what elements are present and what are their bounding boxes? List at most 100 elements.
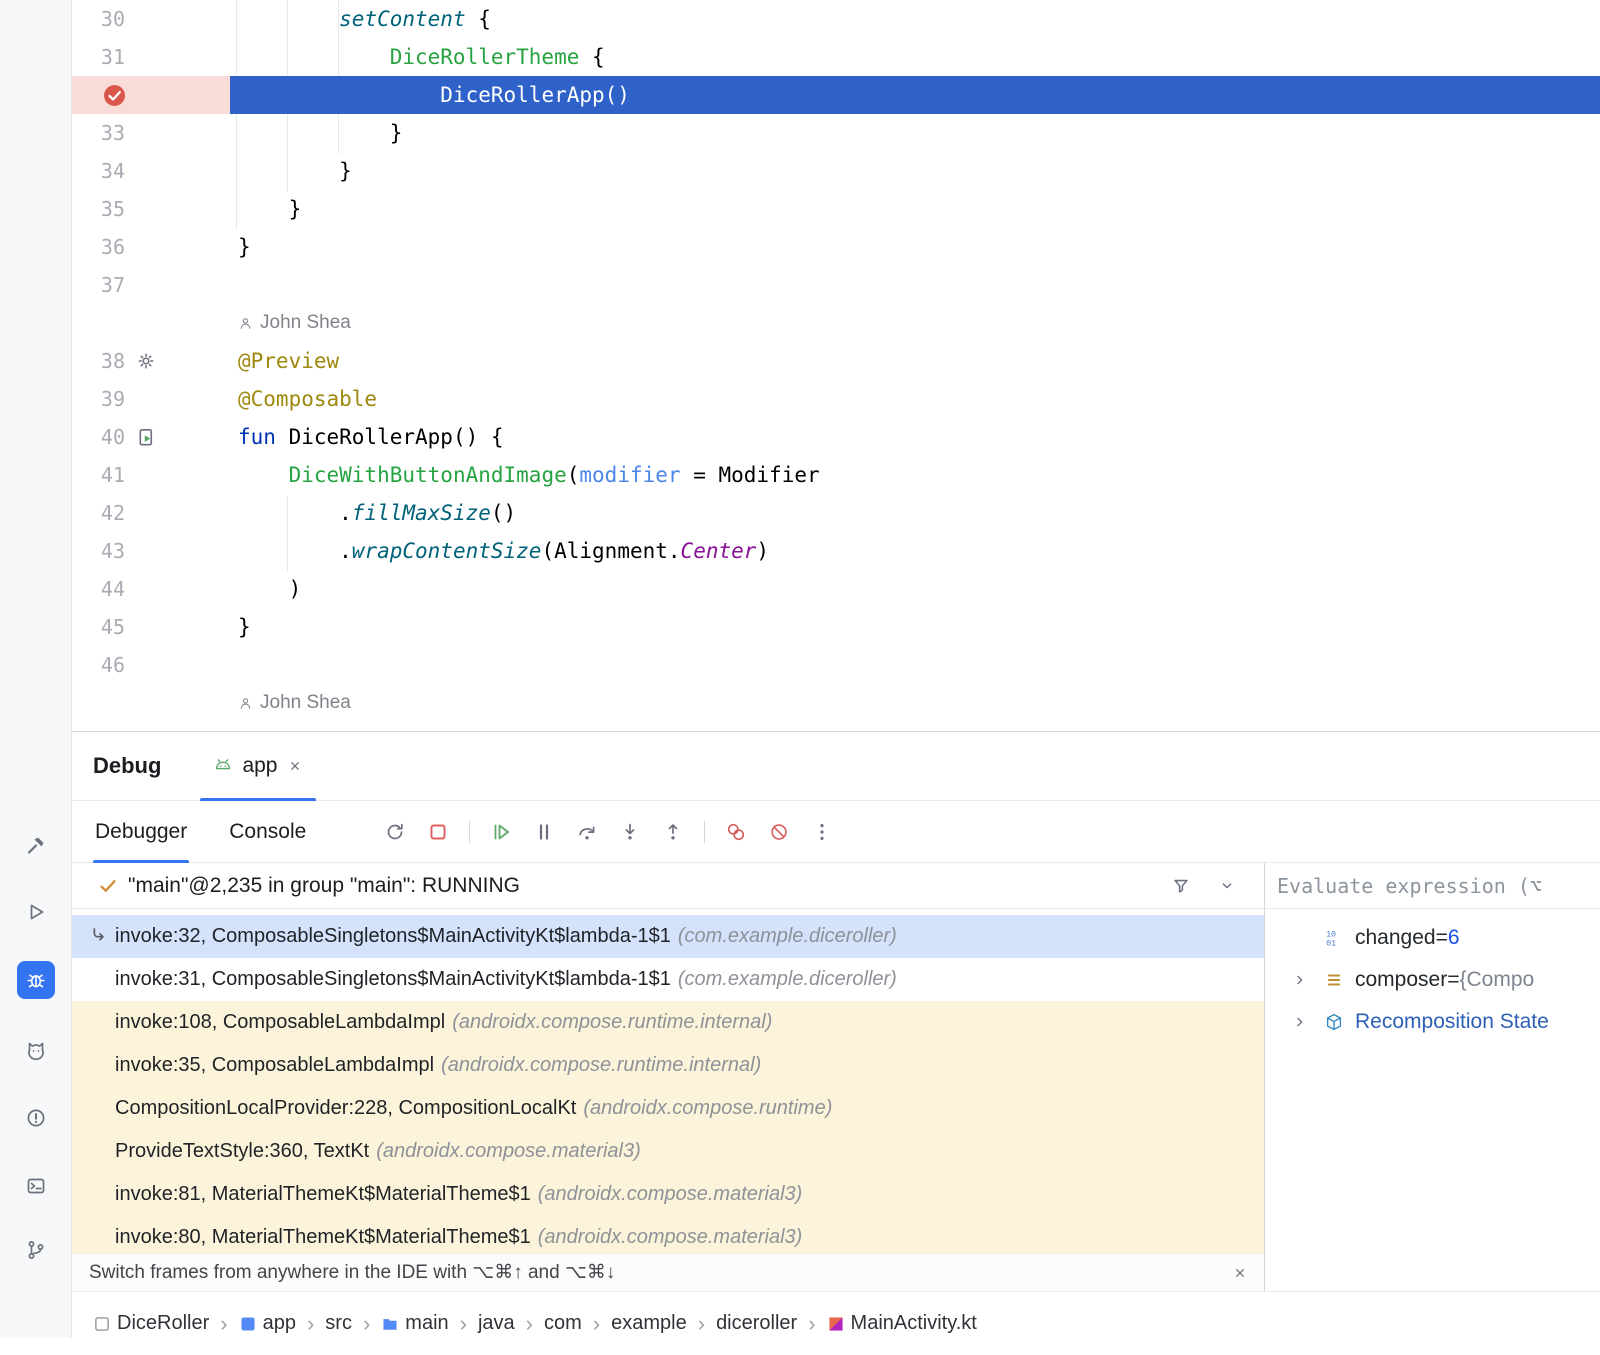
chevron-right-icon[interactable] [1291, 1013, 1311, 1031]
editor-gutter[interactable]: 37 [72, 266, 230, 304]
editor-gutter[interactable]: 38 [72, 342, 230, 380]
stripe-version-control-button[interactable] [17, 1231, 55, 1269]
stripe-run-button[interactable] [17, 893, 55, 931]
stack-frame-row[interactable]: invoke:80, MaterialThemeKt$MaterialTheme… [72, 1216, 1264, 1253]
code-text[interactable]: } [230, 228, 1600, 266]
editor-gutter[interactable]: 35 [72, 190, 230, 228]
chevron-down-icon[interactable] [1212, 871, 1242, 901]
stripe-debug-button[interactable] [17, 961, 55, 999]
code-text[interactable]: DiceRollerApp() [230, 76, 1600, 114]
step-over-button[interactable] [572, 817, 602, 847]
stack-frame-row[interactable]: CompositionLocalProvider:228, Compositio… [72, 1087, 1264, 1130]
variable-row[interactable]: Recomposition State [1265, 1001, 1600, 1043]
code-text[interactable]: } [230, 114, 1600, 152]
breadcrumb-item-com[interactable]: com [544, 1312, 582, 1335]
code-text[interactable]: ) [230, 570, 1600, 608]
gear-icon[interactable] [136, 351, 156, 371]
code-text[interactable]: fun DiceRollerApp() { [230, 418, 1600, 456]
tab-app[interactable]: app [198, 732, 317, 800]
breadcrumb-item-app[interactable]: app [239, 1312, 296, 1335]
breakpoint-icon[interactable] [103, 84, 126, 107]
code-vision-author[interactable]: John Shea [72, 304, 1600, 342]
tab-console[interactable]: Console [227, 801, 308, 862]
editor-gutter[interactable]: 39 [72, 380, 230, 418]
editor-gutter[interactable]: 47 [72, 722, 230, 731]
breadcrumb-item-main[interactable]: main [381, 1312, 448, 1335]
breadcrumb-item-diceroller[interactable]: diceroller [716, 1312, 797, 1335]
close-tab-icon[interactable] [287, 758, 303, 774]
editor-gutter[interactable] [72, 76, 230, 114]
code-text[interactable] [230, 266, 1600, 304]
stack-frame-row[interactable]: invoke:108, ComposableLambdaImpl(android… [72, 1001, 1264, 1044]
stripe-terminal-button[interactable] [17, 1167, 55, 1205]
editor-gutter[interactable]: 43 [72, 532, 230, 570]
evaluate-expression-field[interactable]: Evaluate expression (⌥ [1265, 863, 1600, 909]
code-text[interactable]: DiceWithButtonAndImage(modifier = Modifi… [230, 456, 1600, 494]
view-breakpoints-button[interactable] [721, 817, 751, 847]
editor-gutter[interactable]: 36 [72, 228, 230, 266]
editor-gutter[interactable]: 41 [72, 456, 230, 494]
editor-gutter[interactable]: 31 [72, 38, 230, 76]
editor-gutter[interactable]: 42 [72, 494, 230, 532]
step-into-button[interactable] [615, 817, 645, 847]
preview-run-icon[interactable] [136, 427, 157, 448]
code-text[interactable]: .fillMaxSize() [230, 494, 1600, 532]
code-text[interactable]: .wrapContentSize(Alignment.Center) [230, 532, 1600, 570]
run-icon [25, 901, 47, 923]
pause-button[interactable] [529, 817, 559, 847]
breadcrumb-item-src[interactable]: src [325, 1312, 352, 1335]
chevron-right-icon[interactable] [1291, 971, 1311, 989]
stripe-build-button[interactable] [17, 826, 55, 864]
code-editor[interactable]: 30 setContent {31 DiceRollerTheme { Dice… [72, 0, 1600, 731]
code-line: DiceRollerApp() [72, 76, 1600, 114]
code-vision-author[interactable]: John Shea [72, 684, 1600, 722]
filter-icon[interactable] [1166, 871, 1196, 901]
rerun-button[interactable] [380, 817, 410, 847]
code-text[interactable]: } [230, 152, 1600, 190]
code-text[interactable]: @Preview [230, 722, 1600, 731]
editor-gutter[interactable]: 44 [72, 570, 230, 608]
breadcrumb-label: java [478, 1312, 515, 1335]
code-text[interactable]: } [230, 190, 1600, 228]
stack-frame-row[interactable]: invoke:35, ComposableLambdaImpl(androidx… [72, 1044, 1264, 1087]
breadcrumb-separator: › [698, 1313, 705, 1335]
breadcrumb-item-example[interactable]: example [611, 1312, 687, 1335]
toolbar-separator [704, 821, 705, 843]
debugger-tab-bar: Debugger Console [72, 801, 1600, 863]
code-text[interactable] [230, 646, 1600, 684]
code-text[interactable]: DiceRollerTheme { [230, 38, 1600, 76]
step-out-button[interactable] [658, 817, 688, 847]
resume-button[interactable] [486, 817, 516, 847]
more-button[interactable] [807, 817, 837, 847]
code-text[interactable]: @Preview [230, 342, 1600, 380]
editor-gutter[interactable]: 30 [72, 0, 230, 38]
stack-frame-row[interactable]: ProvideTextStyle:360, TextKt(androidx.co… [72, 1130, 1264, 1173]
breadcrumb-item-mainactivity-kt[interactable]: MainActivity.kt [827, 1312, 977, 1335]
variable-row[interactable]: composer = {Compo [1265, 959, 1600, 1001]
module-icon [239, 1315, 257, 1333]
stack-frame-row[interactable]: invoke:31, ComposableSingletons$MainActi… [72, 958, 1264, 1001]
editor-gutter[interactable]: 34 [72, 152, 230, 190]
editor-gutter[interactable]: 40 [72, 418, 230, 456]
stop-button[interactable] [423, 817, 453, 847]
hint-close-icon[interactable] [1232, 1265, 1248, 1281]
editor-gutter[interactable]: 46 [72, 646, 230, 684]
code-text[interactable]: @Composable [230, 380, 1600, 418]
code-text[interactable]: setContent { [230, 0, 1600, 38]
variables-panel: Evaluate expression (⌥ 1001changed = 6co… [1265, 863, 1600, 1291]
editor-gutter[interactable]: 45 [72, 608, 230, 646]
stripe-logcat-button[interactable] [17, 1031, 55, 1069]
project-icon [93, 1315, 111, 1333]
tab-debugger[interactable]: Debugger [93, 801, 189, 862]
breadcrumb-item-diceroller[interactable]: DiceRoller [93, 1312, 209, 1335]
stack-frame-row[interactable]: invoke:81, MaterialThemeKt$MaterialTheme… [72, 1173, 1264, 1216]
editor-gutter[interactable]: 33 [72, 114, 230, 152]
code-text[interactable]: } [230, 608, 1600, 646]
stack-frame-row[interactable]: invoke:32, ComposableSingletons$MainActi… [72, 915, 1264, 958]
code-line: 33 } [72, 114, 1600, 152]
breadcrumb-item-java[interactable]: java [478, 1312, 515, 1335]
mute-breakpoints-button[interactable] [764, 817, 794, 847]
stripe-problems-button[interactable] [17, 1099, 55, 1137]
line-number: 30 [72, 7, 125, 31]
variable-row[interactable]: 1001changed = 6 [1265, 917, 1600, 959]
